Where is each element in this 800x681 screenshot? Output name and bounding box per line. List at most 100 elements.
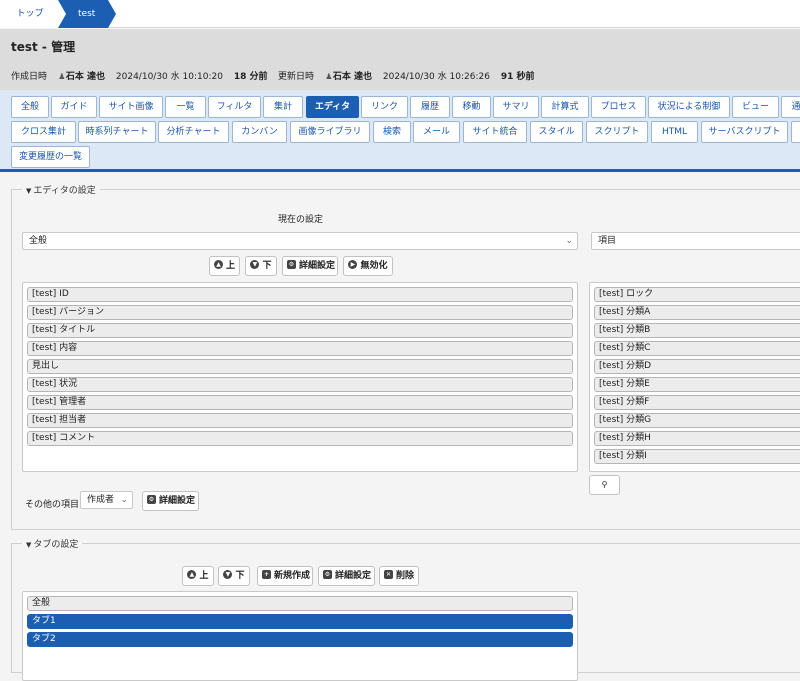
tab-html[interactable]: HTML: [651, 121, 698, 143]
tab-guide[interactable]: ガイド: [51, 96, 97, 118]
tab-server-script[interactable]: サーバスクリプト: [701, 121, 788, 143]
editor-settings-legend[interactable]: ▼ エディタの設定: [22, 183, 100, 196]
tab-time-series[interactable]: 時系列チャート: [78, 121, 156, 143]
available-columns-select[interactable]: 項目: [591, 232, 800, 250]
list-item[interactable]: [test] 分類I: [594, 449, 800, 464]
created-label: 作成日時: [11, 72, 48, 82]
list-item[interactable]: 全般: [27, 596, 573, 611]
tab-move[interactable]: 移動: [452, 96, 491, 118]
list-item[interactable]: [test] 分類D: [594, 359, 800, 374]
list-item[interactable]: タブ2: [27, 632, 573, 647]
list-item[interactable]: 見出し: [27, 359, 573, 374]
editor-settings-fieldset: ▼ エディタの設定 現在の設定 全般 ⌄ 項目 ▲ 上 ▼ 下 ⚙ 詳細設定 ▶ 無効化 […: [11, 183, 800, 530]
list-item[interactable]: [test] 内容: [27, 341, 573, 356]
other-items-select[interactable]: 作成者 ⌄: [80, 491, 133, 509]
tab-process[interactable]: プロセス: [591, 96, 646, 118]
updated-user[interactable]: 石本 達也: [333, 72, 372, 82]
tab-move-down-button[interactable]: ▼ 下: [218, 566, 250, 586]
breadcrumb-current[interactable]: test: [58, 0, 116, 28]
tab-grid[interactable]: 一覧: [165, 96, 206, 118]
list-item[interactable]: [test] 分類E: [594, 377, 800, 392]
detail-settings-button[interactable]: ⚙ 詳細設定: [282, 256, 338, 276]
list-item[interactable]: [test] ID: [27, 287, 573, 302]
tab-view[interactable]: ビュー: [732, 96, 779, 118]
tabs-list[interactable]: 全般 タブ1 タブ2: [22, 591, 578, 681]
disable-button[interactable]: ▶ 無効化: [343, 256, 393, 276]
list-item[interactable]: [test] 分類F: [594, 395, 800, 410]
other-detail-button[interactable]: ⚙ 詳細設定: [142, 491, 199, 511]
tab-editor[interactable]: エディタ: [306, 96, 359, 118]
list-item[interactable]: [test] 管理者: [27, 395, 573, 410]
tab-link[interactable]: リンク: [361, 96, 408, 118]
current-settings-select[interactable]: 全般 ⌄: [22, 232, 578, 250]
list-item[interactable]: [test] 分類A: [594, 305, 800, 320]
tab-detail-button[interactable]: ⚙ 詳細設定: [318, 566, 375, 586]
tab-formula[interactable]: 計算式: [541, 96, 589, 118]
tab-analysis-chart[interactable]: 分析チャート: [158, 121, 229, 143]
created-ago: 18 分前: [233, 72, 268, 82]
list-item[interactable]: [test] 分類C: [594, 341, 800, 356]
tab-summary[interactable]: サマリ: [493, 96, 539, 118]
tab-filter[interactable]: フィルタ: [208, 96, 261, 118]
list-item[interactable]: [test] 分類H: [594, 431, 800, 446]
tab-change-history[interactable]: 変更履歴の一覧: [11, 146, 90, 168]
breadcrumb-top-link[interactable]: トップ: [0, 0, 60, 28]
arrow-down-icon: ▼: [250, 260, 260, 269]
tab-mail[interactable]: メール: [413, 121, 460, 143]
other-items-label: その他の項目: [25, 500, 80, 510]
tab-general[interactable]: 全般: [11, 96, 49, 118]
tab-image-library[interactable]: 画像ライブラリ: [290, 121, 370, 143]
tab-delete-button[interactable]: ✕ 削除: [379, 566, 419, 586]
tab-move-up-button[interactable]: ▲ 上: [182, 566, 214, 586]
list-item[interactable]: [test] 状況: [27, 377, 573, 392]
tab-notification[interactable]: 通: [781, 96, 800, 118]
gear-icon: ⚙: [147, 495, 156, 504]
move-down-button[interactable]: ▼ 下: [245, 256, 277, 276]
tab-more[interactable]: [791, 121, 800, 143]
created-user[interactable]: 石本 達也: [66, 72, 105, 82]
updated-info: 更新日時 ♟石本 達也 2024/10/30 水 10:26:26 91 秒前: [278, 69, 534, 82]
tab-history[interactable]: 履歴: [410, 96, 450, 118]
gear-icon: ⚙: [323, 570, 332, 579]
tab-kanban[interactable]: カンバン: [232, 121, 287, 143]
list-item[interactable]: [test] 分類B: [594, 323, 800, 338]
add-icon: +: [262, 570, 271, 579]
search-button[interactable]: ⚲: [589, 475, 620, 495]
list-item[interactable]: [test] コメント: [27, 431, 573, 446]
list-item[interactable]: [test] 分類G: [594, 413, 800, 428]
tab-status-control[interactable]: 状況による制御: [648, 96, 730, 118]
updated-ago: 91 秒前: [500, 72, 535, 82]
move-up-button[interactable]: ▲ 上: [209, 256, 240, 276]
tab-site-integration[interactable]: サイト統合: [463, 121, 527, 143]
created-info: 作成日時 ♟石本 達也 2024/10/30 水 10:10:20 18 分前: [11, 69, 267, 82]
list-item[interactable]: タブ1: [27, 614, 573, 629]
updated-time: 2024/10/30 水 10:26:26: [382, 72, 490, 82]
tab-cross-tab[interactable]: クロス集計: [11, 121, 76, 143]
list-item[interactable]: [test] 担当者: [27, 413, 573, 428]
tab-script[interactable]: スクリプト: [586, 121, 648, 143]
tab-style[interactable]: スタイル: [530, 121, 583, 143]
tab-site-image[interactable]: サイト画像: [99, 96, 163, 118]
current-settings-label: 現在の設定: [278, 215, 324, 225]
arrow-up-icon: ▲: [214, 260, 223, 269]
list-item[interactable]: [test] タイトル: [27, 323, 573, 338]
current-columns-list[interactable]: [test] ID [test] バージョン [test] タイトル [test…: [22, 282, 578, 472]
updated-label: 更新日時: [278, 72, 315, 82]
available-columns-list[interactable]: [test] ロック [test] 分類A [test] 分類B [test] …: [589, 282, 800, 472]
arrow-up-icon: ▲: [187, 570, 197, 579]
created-time: 2024/10/30 水 10:10:20: [115, 72, 223, 82]
tab-settings-legend[interactable]: ▼ タブの設定: [22, 537, 83, 550]
arrow-down-icon: ▼: [223, 570, 233, 579]
list-item[interactable]: [test] バージョン: [27, 305, 573, 320]
tab-aggregation[interactable]: 集計: [263, 96, 303, 118]
user-icon: ♟: [325, 72, 333, 81]
caret-down-icon: ▼: [26, 541, 32, 549]
tab-new-button[interactable]: + 新規作成: [257, 566, 313, 586]
settings-tab-bar: 全般 ガイド サイト画像 一覧 フィルタ 集計 エディタ リンク 履歴 移動 サ…: [0, 90, 800, 172]
list-item[interactable]: [test] ロック: [594, 287, 800, 302]
tab-search[interactable]: 検索: [373, 121, 411, 143]
chevron-down-icon: ⌄: [565, 236, 573, 246]
page-header: test - 管理 作成日時 ♟石本 達也 2024/10/30 水 10:10…: [0, 29, 800, 90]
search-icon: ⚲: [601, 480, 608, 489]
arrow-right-icon: ▶: [348, 260, 358, 269]
